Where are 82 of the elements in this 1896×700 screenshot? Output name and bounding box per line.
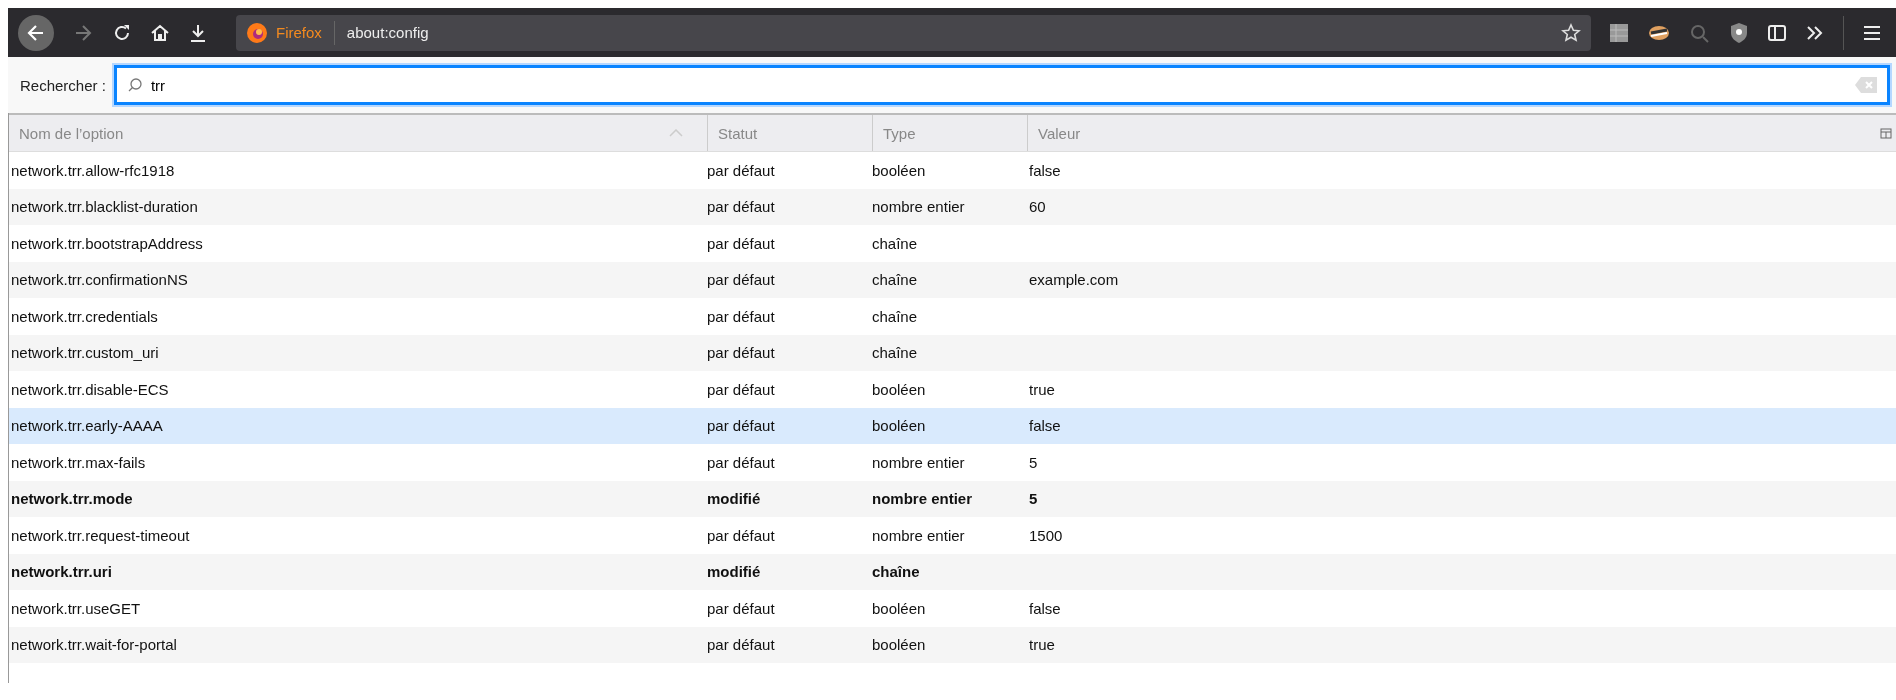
back-button[interactable]: [18, 14, 54, 51]
table-cell-text: false: [1028, 417, 1062, 435]
table-cell-text: chaîne: [872, 234, 919, 252]
table-cell-text: modifié: [707, 490, 762, 508]
sidebar-icon[interactable]: [1767, 22, 1787, 43]
table-cell-text: booléen: [872, 636, 927, 654]
table-cell-text: par défaut: [707, 234, 776, 252]
table-cell-text: chaîne: [872, 271, 919, 289]
reload-icon[interactable]: [112, 22, 132, 43]
table-cell-text: network.trr.useGET: [10, 599, 142, 617]
table-cell-text: network.trr.bootstrapAddress: [10, 234, 204, 252]
table-cell-text: 60: [1028, 198, 1047, 216]
table-cell-text: nombre entier: [872, 198, 966, 216]
table-row[interactable]: network.trr.disable-ECS par défaut booléen true: [9, 371, 1896, 408]
table-cell-text: nombre entier: [872, 453, 966, 471]
identity-label: Firefox: [276, 24, 322, 41]
table-cell-text: par défaut: [707, 453, 776, 471]
table-cell-text: nombre entier: [872, 490, 974, 508]
table-cell-text: par défaut: [707, 344, 776, 362]
table-cell-text: true: [1028, 636, 1056, 654]
table-cell-text: booléen: [872, 380, 927, 398]
table-cell-text: network.trr.uri: [10, 563, 113, 581]
table-row[interactable]: network.trr.confirmationNS par défaut chaîne example.com: [9, 261, 1896, 298]
table-cell-text: par défaut: [707, 380, 776, 398]
column-picker-icon[interactable]: [1880, 127, 1892, 139]
table-cell-text: false: [1028, 599, 1062, 617]
table-cell-text: 5: [1028, 490, 1039, 508]
table-cell-text: network.trr.max-fails: [10, 453, 147, 471]
table-row[interactable]: network.trr.blacklist-duration par défaut nombre entier 60: [9, 188, 1896, 225]
table-cell-text: example.com: [1028, 271, 1120, 289]
table-cell-text: network.trr.wait-for-portal: [10, 636, 178, 654]
magnifier-icon[interactable]: [1689, 22, 1711, 43]
table-cell-text: network.trr.early-AAAA: [10, 417, 164, 435]
search-icon: [126, 77, 143, 93]
table-cell-text: chaîne: [872, 344, 919, 362]
table-cell-text: par défaut: [707, 271, 776, 289]
table-cell-text: par défaut: [707, 307, 776, 325]
search-field[interactable]: trr: [113, 65, 1890, 105]
table-row[interactable]: network.trr.useGET par défaut booléen false: [9, 590, 1896, 627]
table-cell-text: network.trr.disable-ECS: [10, 380, 170, 398]
table-cell-text: 5: [1028, 453, 1039, 471]
table-row[interactable]: network.trr.max-fails par défaut nombre entier 5: [9, 444, 1896, 481]
download-icon[interactable]: [188, 22, 208, 43]
table-cell-text: par défaut: [707, 526, 776, 544]
table-cell-text: par défaut: [707, 599, 776, 617]
table-cell-text: chaîne: [872, 563, 921, 581]
table-cell-text: nombre entier: [872, 526, 966, 544]
table-cell-text: booléen: [872, 161, 927, 179]
table-row[interactable]: network.trr.credentials par défaut chaîne: [9, 298, 1896, 335]
table-cell-text: booléen: [872, 599, 927, 617]
table-cell-text: network.trr.request-timeout: [10, 526, 191, 544]
table-cell-text: false: [1028, 161, 1062, 179]
table-cell-text: par défaut: [707, 417, 776, 435]
table-cell-text: network.trr.blacklist-duration: [10, 198, 199, 216]
table-cell-text: network.trr.confirmationNS: [10, 271, 189, 289]
table-cell-text: chaîne: [872, 307, 919, 325]
table-row[interactable]: network.trr.bootstrapAddress par défaut chaîne: [9, 225, 1896, 262]
table-cell-text: modifié: [707, 563, 762, 581]
shield-icon[interactable]: [1729, 21, 1749, 44]
table-cell-text: network.trr.allow-rfc1918: [10, 161, 176, 179]
grid-icon[interactable]: [1609, 22, 1629, 43]
table-cell-text: 1500: [1028, 526, 1064, 544]
table-row[interactable]: network.trr.mode modifié nombre entier 5: [9, 480, 1896, 517]
table-cell-text: true: [1028, 380, 1056, 398]
table-cell-text: par défaut: [707, 161, 776, 179]
table-cell-text: network.trr.mode: [10, 490, 134, 508]
table-cell-text: par défaut: [707, 636, 776, 654]
table-cell-text: par défaut: [707, 198, 776, 216]
table-row[interactable]: network.trr.early-AAAA par défaut booléen false: [9, 407, 1896, 444]
table-cell-text: network.trr.custom_uri: [10, 344, 160, 362]
table-row[interactable]: network.trr.uri modifié chaîne: [9, 553, 1896, 590]
home-icon[interactable]: [150, 22, 170, 43]
table-row[interactable]: network.trr.custom_uri par défaut chaîne: [9, 334, 1896, 371]
table-cell-text: booléen: [872, 417, 927, 435]
table-row[interactable]: network.trr.allow-rfc1918 par défaut booléen false: [9, 152, 1896, 189]
star-icon[interactable]: [1561, 22, 1581, 43]
search-label: Rechercher :: [20, 76, 106, 94]
table-cell-text: network.trr.credentials: [10, 307, 159, 325]
url-text: about:config: [346, 24, 429, 41]
address-bar[interactable]: Firefox about:config: [236, 14, 1591, 51]
table-row[interactable]: network.trr.request-timeout par défaut nombre entier 1500: [9, 517, 1896, 554]
table-row[interactable]: network.trr.wait-for-portal par défaut booléen true: [9, 626, 1896, 663]
